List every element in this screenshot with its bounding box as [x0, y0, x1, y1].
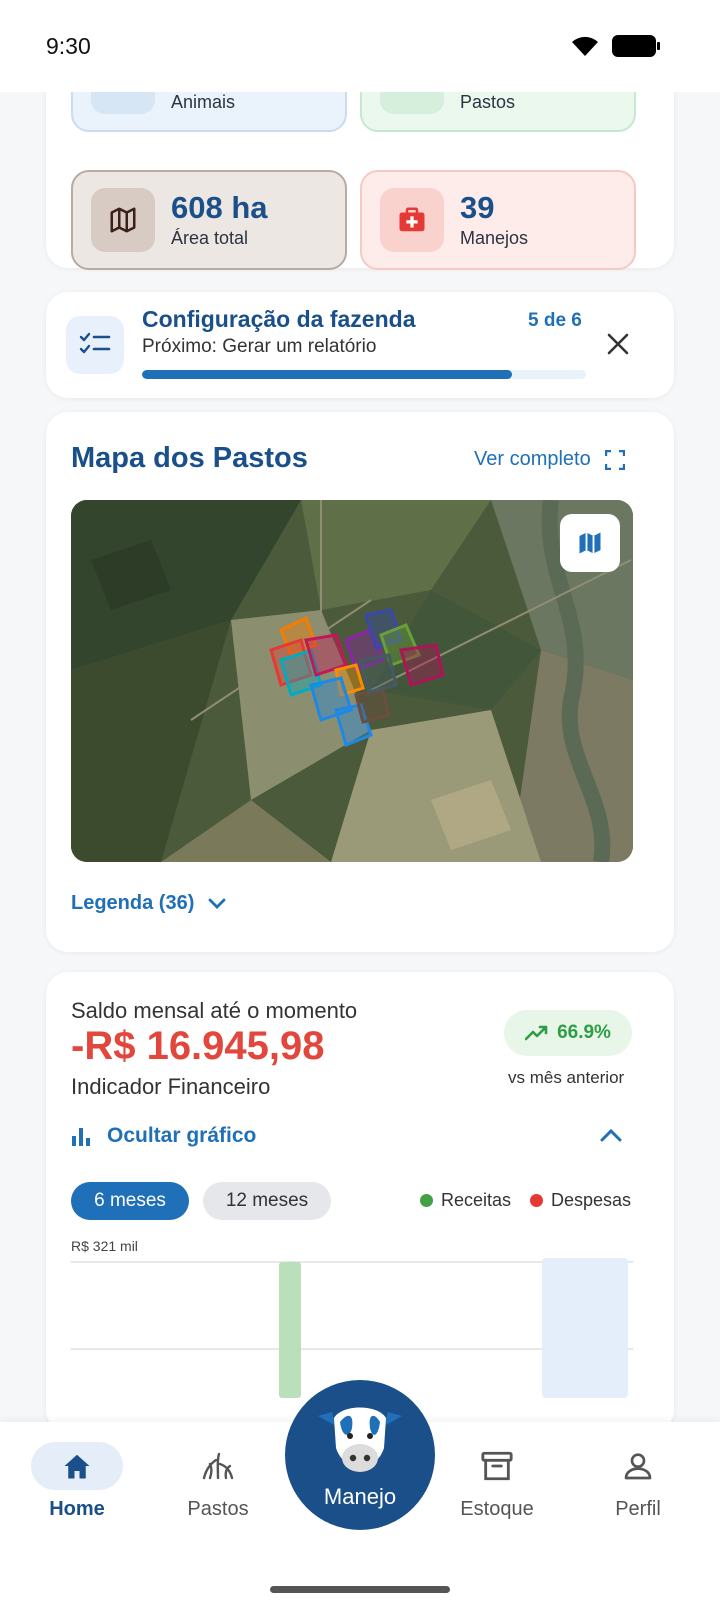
- period-12-months-chip[interactable]: 12 meses: [203, 1182, 331, 1220]
- archive-box-icon: [451, 1442, 543, 1490]
- status-bar: 9:30: [0, 0, 720, 92]
- legend-receitas-dot: [420, 1194, 433, 1207]
- trending-up-icon: [525, 1025, 548, 1041]
- map-legend-toggle[interactable]: Legenda (36): [71, 892, 226, 915]
- nav-perfil-label: Perfil: [615, 1498, 661, 1520]
- finance-indicator-name: Indicador Financeiro: [71, 1074, 271, 1099]
- nav-pastos-label: Pastos: [187, 1498, 249, 1520]
- setup-count: 5 de 6: [528, 310, 582, 331]
- tile-animais[interactable]: Animais: [71, 92, 347, 132]
- nav-estoque[interactable]: Estoque: [451, 1442, 543, 1521]
- legend-despesas: Despesas: [530, 1190, 631, 1211]
- setup-progress-bar: [142, 370, 586, 379]
- finance-change-badge: 66.9%: [504, 1010, 632, 1056]
- home-indicator: [270, 1586, 450, 1593]
- status-time: 9:30: [46, 32, 91, 59]
- map-image: [71, 500, 633, 862]
- status-icons: [570, 34, 660, 58]
- wifi-icon: [572, 36, 598, 56]
- chart-y-max-label: R$ 321 mil: [71, 1238, 138, 1254]
- tile-manejos[interactable]: 39 Manejos: [360, 170, 636, 270]
- close-icon[interactable]: [602, 328, 634, 360]
- manejo-fab-label: Manejo: [323, 1484, 397, 1509]
- setup-subtitle: Próximo: Gerar um relatório: [142, 336, 377, 357]
- period-6-months-chip[interactable]: 6 meses: [71, 1182, 189, 1220]
- first-aid-icon: [380, 188, 444, 252]
- map-legend-label: Legenda (36): [71, 892, 195, 914]
- map-layer-button[interactable]: [560, 514, 620, 572]
- grass-icon: [172, 1442, 264, 1490]
- finance-chart: [71, 1258, 633, 1398]
- home-scroll[interactable]: Animais Pastos 608 ha Área total 39 Mane…: [0, 92, 720, 1422]
- toggle-chart-label: Ocultar gráfico: [107, 1124, 257, 1147]
- finance-balance: -R$ 16.945,98: [71, 1024, 325, 1068]
- finance-change-value: 66.9%: [557, 1022, 611, 1043]
- map-card: Mapa dos Pastos Ver completo Legenda (36…: [46, 412, 674, 952]
- selected-month-highlight[interactable]: [542, 1258, 628, 1398]
- manejo-fab-button[interactable]: Manejo: [285, 1380, 435, 1530]
- legend-receitas: Receitas: [420, 1190, 511, 1211]
- toggle-chart-button[interactable]: Ocultar gráfico: [71, 1124, 256, 1148]
- finance-subtitle: Saldo mensal até o momento: [71, 998, 358, 1023]
- tile-label: Pastos: [460, 92, 516, 112]
- tile-pastos[interactable]: Pastos: [360, 92, 636, 132]
- fullscreen-icon: [604, 449, 625, 470]
- ver-completo-label: Ver completo: [474, 448, 591, 470]
- map-icon: [91, 188, 155, 252]
- setup-card[interactable]: Configuração da fazenda Próximo: Gerar u…: [46, 292, 674, 398]
- tile-area-total[interactable]: 608 ha Área total: [71, 170, 347, 270]
- grass-icon: [380, 92, 444, 114]
- tile-value: 39: [460, 190, 495, 226]
- finance-vs-label: vs mês anterior: [508, 1068, 625, 1087]
- summary-card: Animais Pastos 608 ha Área total 39 Mane…: [46, 92, 674, 270]
- legend-receitas-label: Receitas: [441, 1190, 512, 1210]
- setup-title: Configuração da fazenda: [142, 306, 416, 332]
- cow-icon: [91, 92, 155, 114]
- battery-icon: [612, 35, 660, 57]
- finance-card: Saldo mensal até o momento -R$ 16.945,98…: [46, 972, 674, 1422]
- tile-label: Manejos: [460, 227, 529, 248]
- checklist-icon: [66, 316, 124, 374]
- satellite-map[interactable]: [71, 500, 633, 862]
- map-icon: [579, 532, 601, 554]
- cow-icon: [318, 1407, 402, 1472]
- legend-despesas-label: Despesas: [551, 1190, 632, 1210]
- bottom-navigation: Home Pastos Manejo Estoque Perfil: [0, 1380, 720, 1606]
- tile-label: Área total: [171, 227, 249, 248]
- income-bar[interactable]: [279, 1262, 301, 1398]
- chevron-down-icon: [208, 898, 226, 909]
- map-title: Mapa dos Pastos: [71, 442, 308, 474]
- tile-label: Animais: [171, 92, 236, 112]
- nav-estoque-label: Estoque: [460, 1498, 534, 1520]
- nav-perfil[interactable]: Perfil: [592, 1442, 684, 1521]
- bar-chart-icon: [72, 1128, 90, 1146]
- setup-progress-fill: [142, 370, 512, 379]
- legend-despesas-dot: [530, 1194, 543, 1207]
- nav-pastos[interactable]: Pastos: [172, 1442, 264, 1521]
- person-icon: [592, 1442, 684, 1490]
- nav-home[interactable]: Home: [31, 1442, 123, 1521]
- home-icon: [31, 1442, 123, 1490]
- chevron-up-icon[interactable]: [600, 1128, 622, 1147]
- tile-value: 608 ha: [171, 190, 268, 226]
- nav-home-label: Home: [49, 1498, 105, 1520]
- ver-completo-link[interactable]: Ver completo: [474, 448, 625, 471]
